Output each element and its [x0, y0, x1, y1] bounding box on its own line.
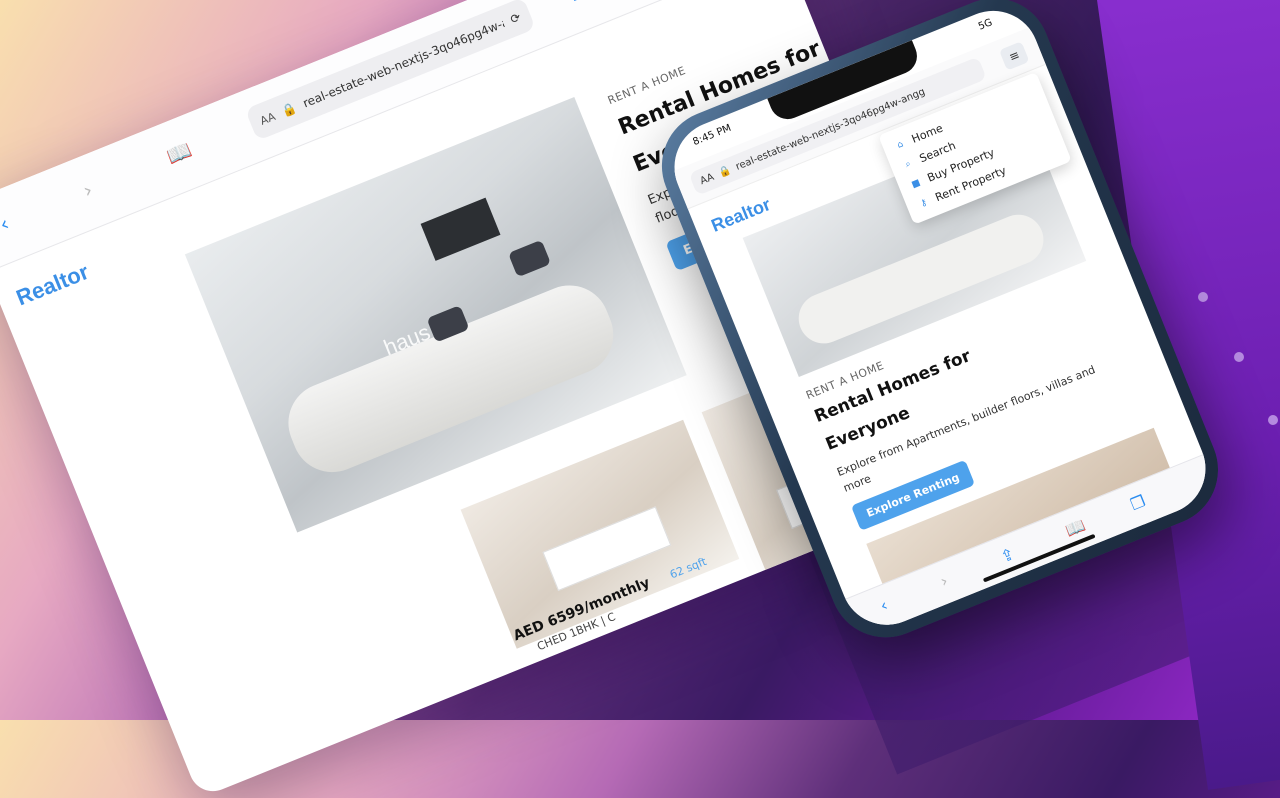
text-size-button[interactable]: AA	[698, 171, 715, 186]
chevron-left-icon[interactable]: ‹	[0, 211, 12, 236]
url-text: real-estate-web-nextjs-3qo46pg4w-anggaih…	[300, 16, 507, 111]
buy-icon: ■	[910, 177, 922, 190]
status-time: 8:45 PM	[691, 122, 733, 149]
image-sofa	[276, 273, 626, 485]
image-pillow	[507, 239, 552, 278]
tablet-address-bar[interactable]: AA 🔒 real-estate-web-nextjs-3qo46pg4w-an…	[244, 0, 536, 141]
decorative-dot	[1198, 292, 1208, 302]
decorative-dot	[1234, 352, 1244, 362]
lock-icon: 🔒	[716, 164, 733, 180]
tabs-icon[interactable]: ❐	[1128, 491, 1148, 514]
key-icon: ⚷	[918, 197, 929, 209]
image-tv	[420, 197, 501, 261]
share-icon[interactable]: ⇪	[562, 0, 587, 8]
home-icon: ⌂	[895, 138, 905, 151]
decorative-dot	[1268, 415, 1278, 425]
book-icon[interactable]: 📖	[163, 137, 195, 169]
image-bed	[542, 506, 672, 592]
reload-icon[interactable]: ⟳	[508, 10, 523, 27]
lock-icon: 🔒	[279, 100, 299, 120]
chevron-right-icon[interactable]: ›	[80, 177, 96, 202]
site-logo[interactable]: Realtor	[13, 259, 93, 312]
text-size-button[interactable]: AA	[258, 110, 277, 128]
share-icon[interactable]: ⇪	[998, 544, 1018, 567]
status-network: 5G	[976, 17, 995, 33]
chevron-left-icon[interactable]: ‹	[877, 595, 890, 615]
search-icon: ⌕	[903, 158, 913, 170]
chevron-right-icon[interactable]: ›	[938, 571, 951, 591]
